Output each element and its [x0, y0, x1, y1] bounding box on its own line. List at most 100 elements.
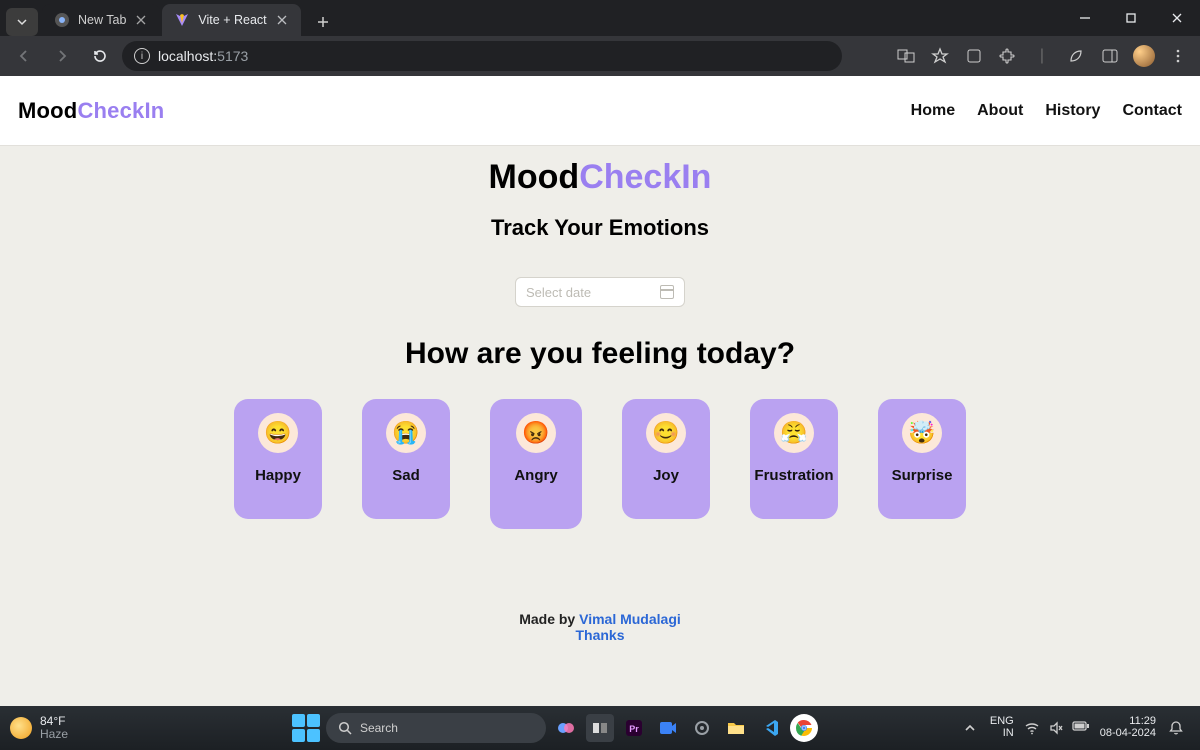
- translate-icon[interactable]: [892, 42, 920, 70]
- weather-text: 84°F Haze: [40, 715, 68, 740]
- nav-contact[interactable]: Contact: [1122, 102, 1182, 120]
- happy-emoji-icon: 😄: [258, 413, 298, 453]
- address-bar[interactable]: i localhost:5173: [122, 41, 842, 71]
- start-button[interactable]: [292, 714, 320, 742]
- search-placeholder: Search: [360, 721, 398, 735]
- close-tab-icon[interactable]: [134, 13, 148, 27]
- extension-icon[interactable]: [960, 42, 988, 70]
- nav-about[interactable]: About: [977, 102, 1023, 120]
- taskbar-center: Search Pr: [150, 713, 960, 743]
- hero-title-suffix: CheckIn: [579, 158, 711, 196]
- mood-card-frustration[interactable]: 😤 Frustration: [750, 399, 838, 519]
- hero-title-prefix: Mood: [489, 158, 580, 196]
- profile-avatar[interactable]: [1130, 42, 1158, 70]
- brand-suffix: CheckIn: [77, 98, 164, 123]
- windows-taskbar: 84°F Haze Search Pr ENG IN: [0, 706, 1200, 750]
- taskbar-app-explorer[interactable]: [722, 714, 750, 742]
- nav-home[interactable]: Home: [911, 102, 955, 120]
- date-picker[interactable]: Select date: [515, 277, 685, 307]
- maximize-button[interactable]: [1108, 0, 1154, 36]
- mood-label: Frustration: [754, 467, 833, 484]
- taskbar-app-settings[interactable]: [688, 714, 716, 742]
- sidepanel-icon[interactable]: [1096, 42, 1124, 70]
- svg-text:Pr: Pr: [629, 724, 639, 734]
- taskbar-app-meet[interactable]: [654, 714, 682, 742]
- url-text: localhost:5173: [158, 48, 248, 64]
- mood-label: Sad: [392, 467, 420, 484]
- brand-logo[interactable]: MoodCheckIn: [18, 98, 164, 124]
- close-window-button[interactable]: [1154, 0, 1200, 36]
- forward-button[interactable]: [46, 40, 78, 72]
- tab-title: Vite + React: [198, 13, 266, 27]
- frustration-emoji-icon: 😤: [774, 413, 814, 453]
- lang-bottom: IN: [1003, 728, 1014, 740]
- mood-label: Joy: [653, 467, 679, 484]
- sad-emoji-icon: 😭: [386, 413, 426, 453]
- language-indicator[interactable]: ENG IN: [990, 716, 1014, 739]
- main-nav: Home About History Contact: [911, 102, 1182, 120]
- author-link[interactable]: Vimal Mudalagi: [579, 611, 681, 627]
- credit-line: Made by Vimal Mudalagi: [0, 611, 1200, 627]
- tab-new-tab[interactable]: New Tab: [42, 4, 160, 36]
- tray-overflow-icon[interactable]: [960, 718, 980, 738]
- tab-list-button[interactable]: [6, 8, 38, 36]
- mood-card-surprise[interactable]: 🤯 Surprise: [878, 399, 966, 519]
- tab-vite-react[interactable]: Vite + React: [162, 4, 300, 36]
- volume-muted-icon: [1048, 720, 1064, 736]
- mood-label: Happy: [255, 467, 301, 484]
- mood-label: Surprise: [892, 467, 953, 484]
- wifi-icon: [1024, 720, 1040, 736]
- mood-card-sad[interactable]: 😭 Sad: [362, 399, 450, 519]
- weather-icon: [10, 717, 32, 739]
- taskbar-app-premiere[interactable]: Pr: [620, 714, 648, 742]
- vite-favicon-icon: [174, 12, 190, 28]
- taskbar-search[interactable]: Search: [326, 713, 546, 743]
- back-button[interactable]: [8, 40, 40, 72]
- leaf-icon[interactable]: [1062, 42, 1090, 70]
- taskbar-right: ENG IN 11:29 08-04-2024: [960, 716, 1200, 739]
- battery-icon: [1072, 720, 1090, 736]
- window-controls: [1062, 0, 1200, 36]
- separator: |: [1028, 42, 1056, 70]
- page-footer: Made by Vimal Mudalagi Thanks: [0, 611, 1200, 643]
- bookmark-star-icon[interactable]: [926, 42, 954, 70]
- clock[interactable]: 11:29 08-04-2024: [1100, 716, 1156, 739]
- thanks-link[interactable]: Thanks: [0, 627, 1200, 643]
- surprise-emoji-icon: 🤯: [902, 413, 942, 453]
- mood-label: Angry: [514, 467, 557, 484]
- taskbar-app-chrome[interactable]: [790, 714, 818, 742]
- nav-history[interactable]: History: [1045, 102, 1100, 120]
- date-row: Select date: [0, 277, 1200, 307]
- tab-title: New Tab: [78, 13, 126, 27]
- kebab-menu-icon[interactable]: [1164, 42, 1192, 70]
- extensions-puzzle-icon[interactable]: [994, 42, 1022, 70]
- chrome-favicon-icon: [54, 12, 70, 28]
- mood-card-joy[interactable]: 😊 Joy: [622, 399, 710, 519]
- weather-desc: Haze: [40, 728, 68, 741]
- new-tab-button[interactable]: [309, 8, 337, 36]
- mood-card-happy[interactable]: 😄 Happy: [234, 399, 322, 519]
- made-by-label: Made by: [519, 611, 579, 627]
- hero: MoodCheckIn Track Your Emotions: [0, 146, 1200, 241]
- search-icon: [338, 721, 352, 735]
- taskbar-app-vscode[interactable]: [756, 714, 784, 742]
- brand-prefix: Mood: [18, 98, 77, 123]
- notifications-icon[interactable]: [1166, 718, 1186, 738]
- reload-button[interactable]: [84, 40, 116, 72]
- page-viewport: MoodCheckIn Home About History Contact M…: [0, 76, 1200, 706]
- calendar-icon: [660, 285, 674, 299]
- hero-title: MoodCheckIn: [0, 158, 1200, 197]
- angry-emoji-icon: 😡: [516, 413, 556, 453]
- taskbar-app-taskview[interactable]: [586, 714, 614, 742]
- mood-card-angry[interactable]: 😡 Angry: [490, 399, 582, 529]
- taskbar-app-copilot[interactable]: [552, 714, 580, 742]
- question-heading: How are you feeling today?: [0, 337, 1200, 371]
- minimize-button[interactable]: [1062, 0, 1108, 36]
- browser-toolbar: i localhost:5173 |: [0, 36, 1200, 76]
- date-placeholder: Select date: [526, 285, 591, 300]
- system-tray[interactable]: [1024, 720, 1090, 736]
- close-tab-icon[interactable]: [275, 13, 289, 27]
- browser-titlebar: New Tab Vite + React: [0, 0, 1200, 36]
- weather-widget[interactable]: 84°F Haze: [0, 715, 150, 740]
- site-info-icon[interactable]: i: [134, 48, 150, 64]
